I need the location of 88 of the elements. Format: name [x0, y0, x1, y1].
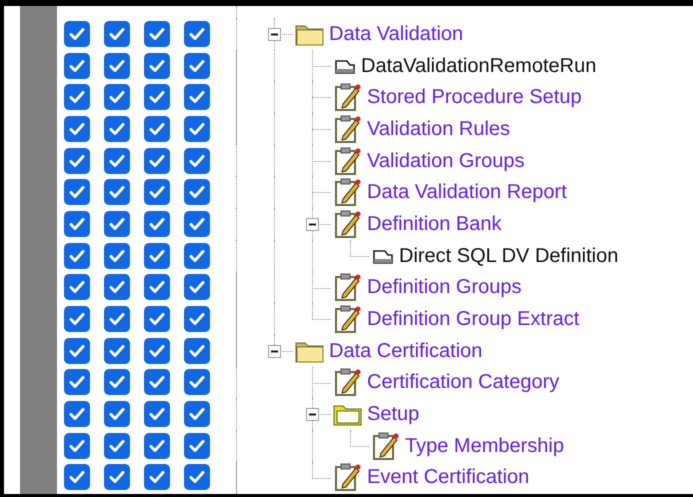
- checkbox[interactable]: [64, 148, 90, 174]
- checkbox[interactable]: [104, 20, 130, 47]
- checkbox[interactable]: [184, 179, 210, 206]
- checkbox[interactable]: [104, 116, 130, 142]
- checkbox[interactable]: [184, 52, 210, 79]
- collapse-icon[interactable]: [268, 344, 281, 358]
- checkbox[interactable]: [144, 464, 170, 490]
- checkbox[interactable]: [144, 52, 170, 79]
- checkbox[interactable]: [64, 401, 90, 428]
- clipboard-pencil-icon: [333, 82, 363, 112]
- checkbox[interactable]: [104, 84, 130, 110]
- clipboard-pencil-icon: [333, 304, 363, 334]
- checkbox[interactable]: [184, 432, 210, 459]
- checkbox[interactable]: [184, 464, 210, 490]
- tree-item-label[interactable]: Type Membership: [405, 436, 564, 456]
- checkbox[interactable]: [144, 116, 170, 142]
- checkbox[interactable]: [184, 274, 210, 300]
- checkbox[interactable]: [144, 274, 170, 300]
- checkbox[interactable]: [184, 116, 210, 142]
- checkbox[interactable]: [64, 369, 90, 396]
- tree-item-label[interactable]: DataValidationRemoteRun: [361, 56, 596, 76]
- checkbox[interactable]: [64, 20, 90, 47]
- checkbox[interactable]: [104, 179, 130, 206]
- checkbox[interactable]: [64, 432, 90, 459]
- checkbox[interactable]: [64, 116, 90, 142]
- checkbox[interactable]: [64, 84, 90, 110]
- checkbox[interactable]: [184, 148, 210, 174]
- tree-item-label[interactable]: Data Validation: [329, 24, 464, 44]
- tree-item-label[interactable]: Data Certification: [329, 340, 482, 361]
- tree-item-label[interactable]: Event Certification: [367, 467, 530, 488]
- checkbox[interactable]: [104, 306, 130, 332]
- collapse-icon[interactable]: [306, 408, 319, 422]
- checkbox[interactable]: [104, 52, 130, 79]
- checkbox[interactable]: [144, 401, 170, 428]
- checkbox[interactable]: [64, 52, 90, 79]
- checkbox[interactable]: [184, 210, 210, 237]
- checkbox[interactable]: [144, 84, 170, 110]
- tree-item-label[interactable]: Validation Groups: [367, 150, 524, 171]
- checkbox[interactable]: [184, 369, 210, 396]
- clipboard-pencil-icon: [333, 146, 363, 176]
- checkbox[interactable]: [64, 338, 90, 364]
- checkbox[interactable]: [104, 401, 130, 428]
- checkbox[interactable]: [184, 20, 210, 47]
- clipboard-pencil-icon: [333, 272, 363, 302]
- checkbox[interactable]: [184, 338, 210, 364]
- checkbox[interactable]: [144, 210, 170, 237]
- checkbox[interactable]: [64, 274, 90, 300]
- clipboard-pencil-icon: [333, 177, 363, 208]
- tree-item-label[interactable]: Definition Group Extract: [367, 309, 580, 330]
- checkbox[interactable]: [184, 242, 210, 269]
- clipboard-pencil-icon: [333, 367, 363, 398]
- checkbox[interactable]: [144, 242, 170, 269]
- tree-item-label[interactable]: Validation Rules: [367, 118, 510, 139]
- tree-item-label[interactable]: Data Validation Report: [367, 182, 567, 202]
- tree-item-label[interactable]: Certification Category: [367, 372, 560, 392]
- checkbox[interactable]: [144, 369, 170, 396]
- checkbox[interactable]: [144, 148, 170, 174]
- checkbox[interactable]: [64, 179, 90, 206]
- checkbox[interactable]: [104, 369, 130, 396]
- checkbox[interactable]: [184, 84, 210, 110]
- clipboard-pencil-icon: [333, 114, 363, 144]
- tree-item-label[interactable]: Definition Groups: [367, 277, 522, 298]
- tree-item-label[interactable]: Setup: [367, 404, 420, 424]
- checkbox[interactable]: [144, 20, 170, 47]
- checkbox[interactable]: [64, 464, 90, 490]
- clipboard-pencil-icon: [333, 208, 363, 239]
- checkbox[interactable]: [184, 401, 210, 428]
- collapse-icon[interactable]: [306, 218, 319, 232]
- checkbox[interactable]: [64, 210, 90, 237]
- checkbox[interactable]: [104, 274, 130, 300]
- clipboard-pencil-icon: [371, 430, 401, 461]
- checkbox[interactable]: [144, 179, 170, 206]
- checkbox[interactable]: [184, 306, 210, 332]
- checkbox[interactable]: [104, 242, 130, 269]
- checkbox[interactable]: [104, 432, 130, 459]
- tree-item-label[interactable]: Definition Bank: [367, 214, 502, 234]
- tree-item-label[interactable]: Stored Procedure Setup: [367, 87, 582, 108]
- tree-item-label[interactable]: Direct SQL DV Definition: [399, 246, 618, 266]
- checkbox[interactable]: [104, 464, 130, 490]
- checkbox[interactable]: [104, 338, 130, 364]
- checkbox[interactable]: [144, 306, 170, 332]
- checkbox[interactable]: [104, 148, 130, 174]
- checkbox[interactable]: [64, 306, 90, 332]
- collapse-icon[interactable]: [268, 28, 281, 41]
- checkbox[interactable]: [104, 210, 130, 237]
- checkbox[interactable]: [144, 432, 170, 459]
- checkbox[interactable]: [144, 338, 170, 364]
- checkbox[interactable]: [64, 242, 90, 269]
